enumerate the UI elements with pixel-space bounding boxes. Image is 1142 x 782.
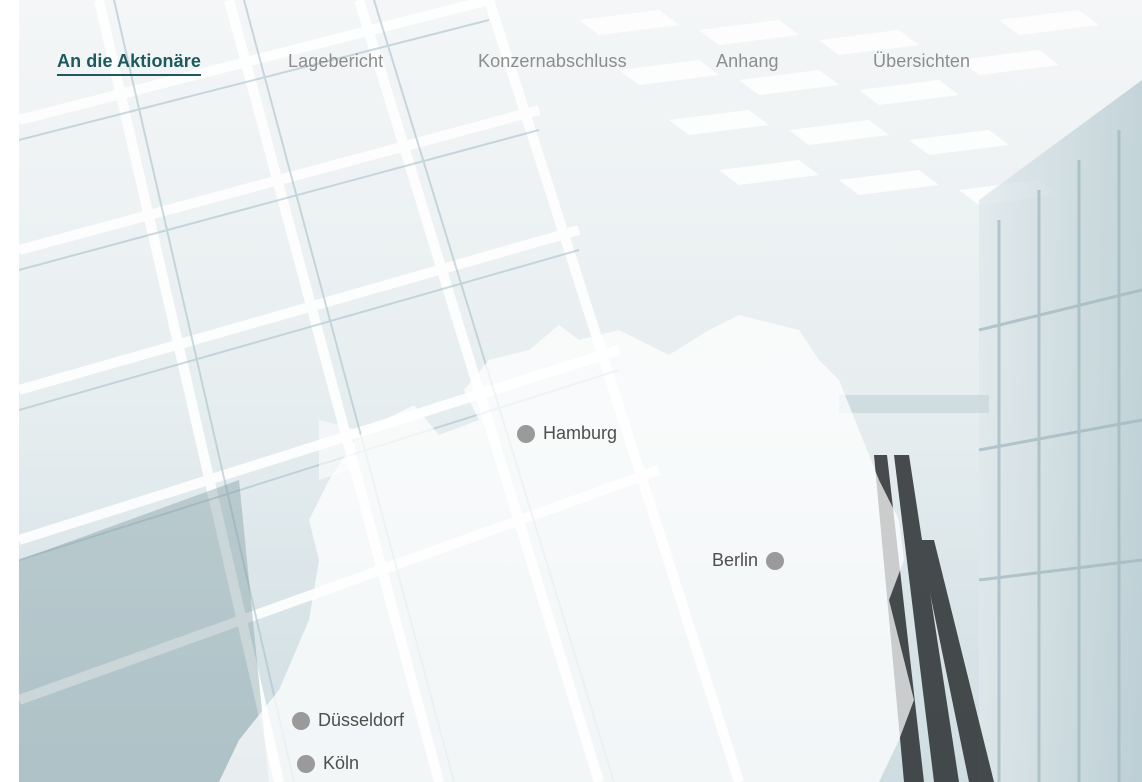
hero-background [19,0,1142,782]
location-dot-icon [766,551,785,570]
nav-item-lagebericht[interactable]: Lagebericht [288,50,383,72]
nav-item-anhang[interactable]: Anhang [716,50,779,72]
city-label: Hamburg [543,423,618,443]
city-marker-berlin[interactable]: Berlin [712,550,785,571]
nav-item-uebersichten[interactable]: Übersichten [873,50,970,72]
nav-item-an-die-aktionaere[interactable]: An die Aktionäre [57,50,201,76]
city-label: Köln [323,753,360,773]
city-label: Berlin [712,550,759,570]
airport-hall-image [19,0,1142,782]
city-marker-koeln[interactable]: Köln [297,753,359,774]
location-dot-icon [517,424,535,443]
location-dot-icon [292,711,310,730]
city-marker-duesseldorf[interactable]: Düsseldorf [292,710,404,731]
nav-item-konzernabschluss[interactable]: Konzernabschluss [478,50,627,72]
location-dot-icon [297,754,315,773]
city-marker-hamburg[interactable]: Hamburg [517,423,617,444]
main-navigation: An die Aktionäre Lagebericht Konzernabsc… [0,0,1142,100]
city-label: Düsseldorf [318,710,405,730]
